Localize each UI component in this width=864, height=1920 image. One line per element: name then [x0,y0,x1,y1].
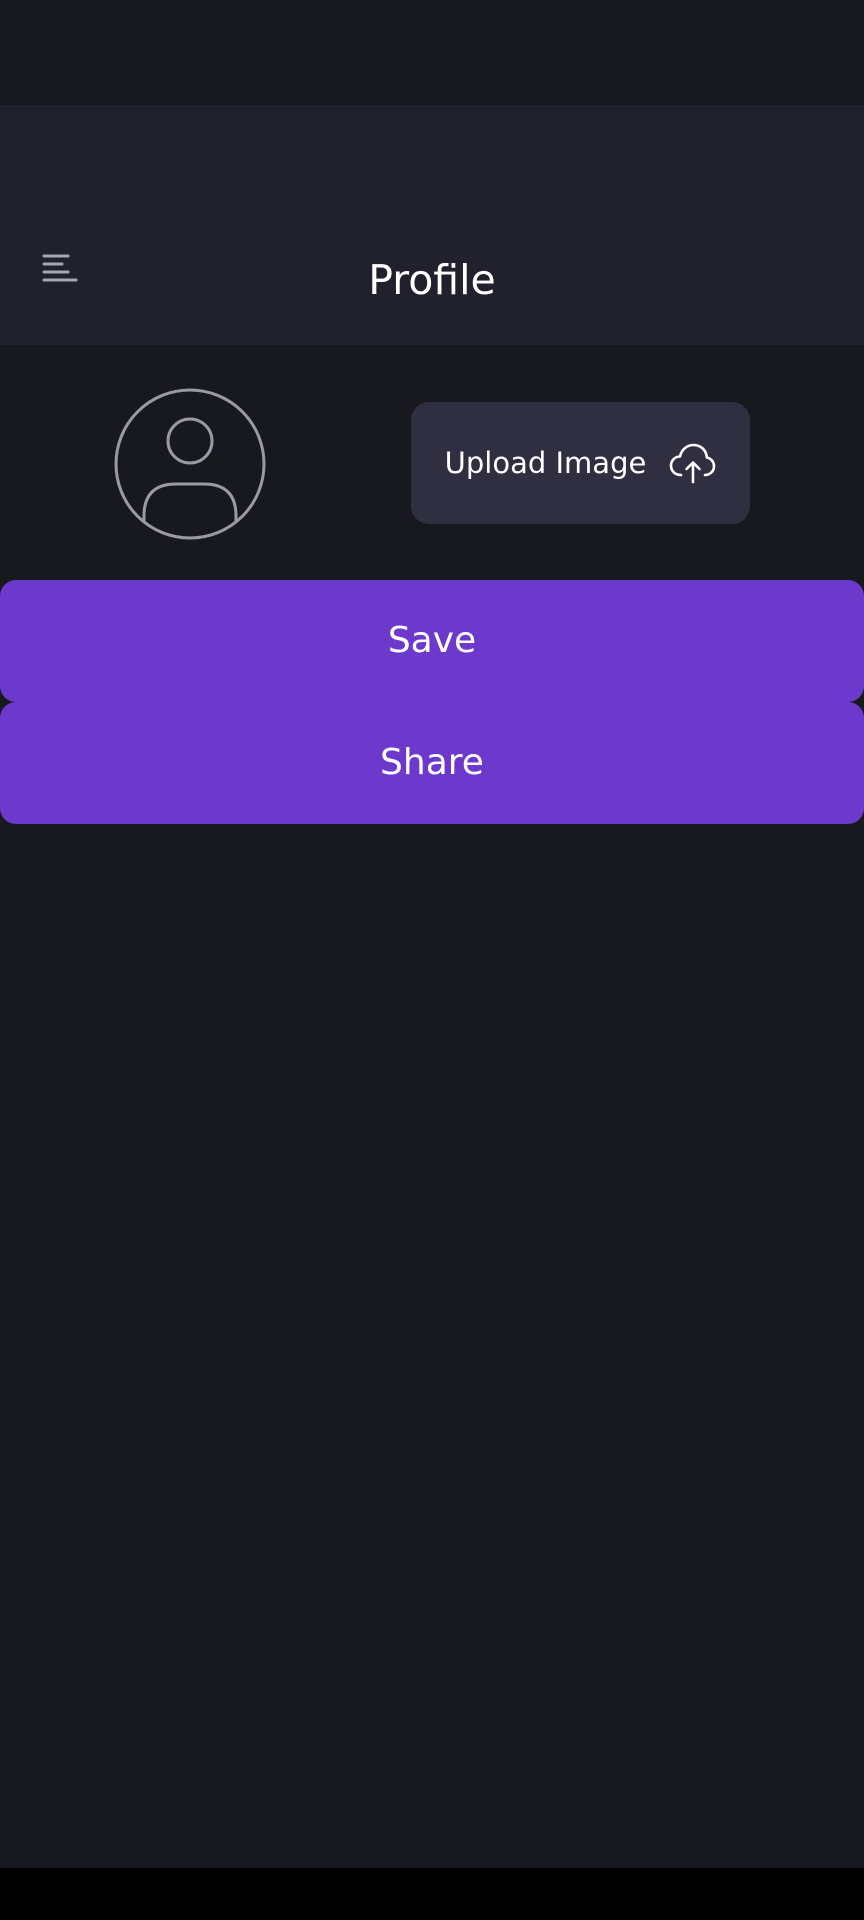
save-button[interactable]: Save [0,580,864,702]
system-navigation-bar [0,1868,864,1920]
cloud-upload-icon [668,439,716,487]
save-button-label: Save [387,620,477,661]
user-icon [114,388,266,540]
upload-image-label: Upload Image [444,446,647,480]
share-button[interactable]: Share [0,702,864,824]
page-title: Profile [368,256,496,304]
share-button-label: Share [380,742,484,783]
upload-image-button[interactable]: Upload Image [411,402,750,524]
status-bar [0,0,864,105]
avatar[interactable] [114,388,266,540]
profile-screen: Profile Upload Image Save Share [0,0,864,1920]
